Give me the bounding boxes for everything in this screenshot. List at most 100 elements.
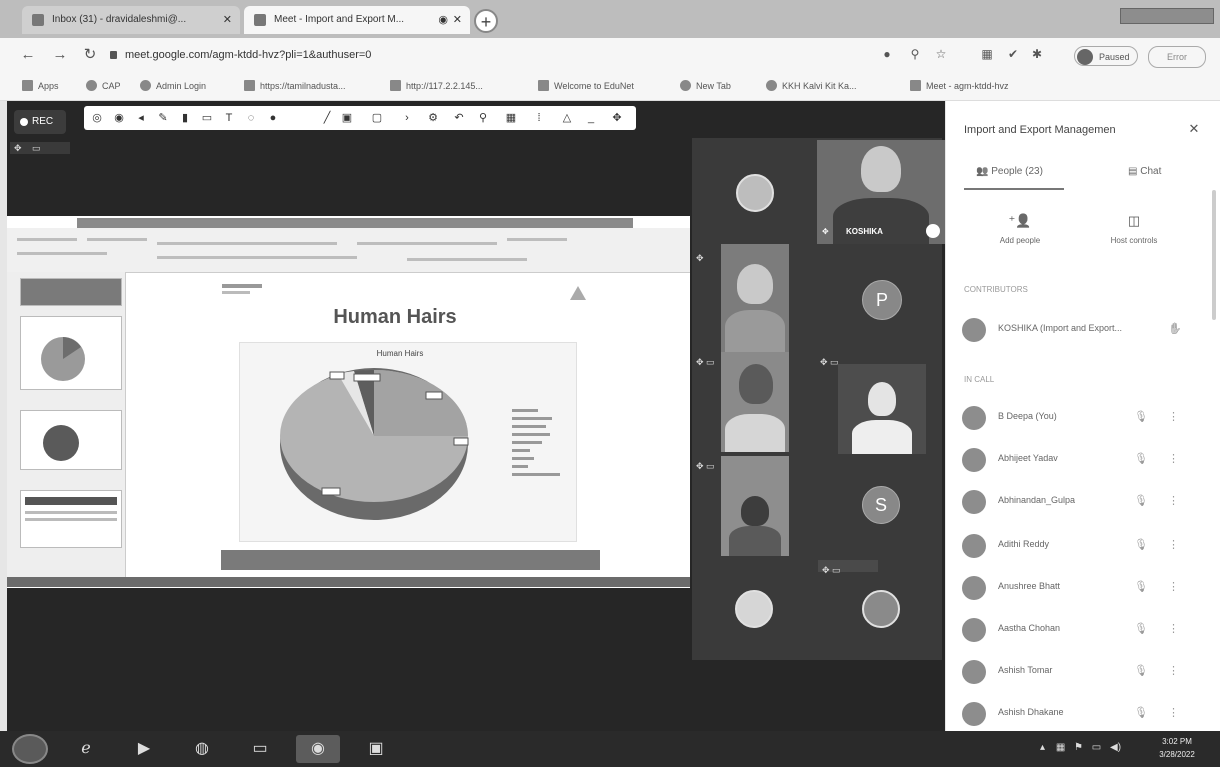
pen-icon[interactable]: ✎ <box>156 110 170 126</box>
menu-button[interactable]: Error <box>1148 46 1206 68</box>
profile-button[interactable]: Paused <box>1074 46 1138 66</box>
audio-icon[interactable]: ◉ <box>438 6 448 34</box>
pin-icon[interactable]: ✥ <box>822 226 829 238</box>
more-icon[interactable]: ⋮ <box>1168 538 1179 551</box>
list-item[interactable]: KOSHIKA (Import and Export... ✋ <box>962 316 1190 344</box>
mic-off-icon[interactable]: 🎙 <box>1134 538 1148 551</box>
tab-meet[interactable]: Meet - Import and Export M... ◉ ✕ <box>244 6 470 34</box>
bookmark-admin-login[interactable]: Admin Login <box>140 78 206 94</box>
more-icon[interactable]: ⋮ <box>1168 494 1179 507</box>
participant-video-tile[interactable] <box>721 244 789 352</box>
participant-avatar[interactable] <box>862 590 900 628</box>
bookmark-meet[interactable]: Meet - agm-ktdd-hvz <box>910 78 1009 94</box>
text-icon[interactable]: T <box>222 110 236 126</box>
bookmark-ip[interactable]: http://117.2.2.145... <box>390 78 483 94</box>
add-people-button[interactable]: ⁺👤 Add people <box>980 212 1060 256</box>
tile-pin[interactable]: ✥ ▭ <box>820 352 860 367</box>
mic-off-icon[interactable]: 🎙 <box>1134 452 1148 465</box>
flag-icon[interactable]: ⚑ <box>1074 742 1083 753</box>
tab-people[interactable]: 👥 People (23) <box>976 162 1043 182</box>
firefox-icon[interactable]: ◍ <box>180 735 224 763</box>
folder-icon[interactable]: ▭ <box>238 735 282 763</box>
pin-icon[interactable]: ✥ <box>14 142 22 154</box>
mic-off-icon[interactable]: 🎙 <box>1134 622 1148 635</box>
warning-icon[interactable]: △ <box>560 110 574 126</box>
more-icon[interactable]: ⋮ <box>1168 622 1179 635</box>
rectangle-icon[interactable]: ▣ <box>340 110 354 126</box>
start-button[interactable] <box>12 734 48 764</box>
shape-icon[interactable]: ◌ <box>244 110 258 126</box>
slide-thumbnail[interactable] <box>20 490 122 548</box>
fill-icon[interactable]: ● <box>266 110 280 126</box>
back-icon[interactable]: ← <box>18 45 38 65</box>
checkmark-icon[interactable]: ✔ <box>1006 47 1020 61</box>
system-tray[interactable]: ▴ ▦ ⚑ ▭ ◀) <box>1040 740 1140 756</box>
address-bar[interactable]: meet.google.com/agm-ktdd-hvz?pli=1&authu… <box>110 44 950 66</box>
more-icon[interactable]: ⋮ <box>1168 452 1179 465</box>
participant-avatar-s[interactable]: S <box>862 486 900 524</box>
tile-pin[interactable]: ✥ <box>696 248 720 263</box>
marker-icon[interactable]: ▮ <box>178 110 192 126</box>
mic-off-icon[interactable]: 🎙 <box>1134 664 1148 677</box>
powerpoint-icon[interactable]: ▣ <box>354 735 398 763</box>
forward-icon[interactable]: → <box>50 45 70 65</box>
participant-avatar[interactable] <box>736 174 774 212</box>
list-item[interactable]: Adithi Reddy 🎙 ⋮ <box>962 532 1190 560</box>
frame-icon[interactable]: ▢ <box>370 110 384 126</box>
mic-off-icon[interactable]: 🎙 <box>1134 580 1148 593</box>
chrome-icon[interactable]: ◉ <box>296 735 340 763</box>
participant-avatar[interactable] <box>735 590 773 628</box>
cursor-icon[interactable]: ◎ <box>90 110 104 126</box>
list-item[interactable]: B Deepa (You) 🎙 ⋮ <box>962 404 1190 432</box>
star-icon[interactable]: ☆ <box>934 47 948 61</box>
mic-off-icon[interactable]: 🎙 <box>1134 494 1148 507</box>
more-icon[interactable]: ⋮ <box>1168 664 1179 677</box>
new-tab-button[interactable]: + <box>474 9 498 33</box>
close-icon[interactable]: ✕ <box>453 6 462 34</box>
window-icon[interactable]: ▭ <box>32 142 41 154</box>
bookmark-edunet[interactable]: Welcome to EduNet <box>538 78 634 94</box>
clock[interactable]: 3:02 PM 3/28/2022 <box>1146 735 1208 765</box>
panel-scrollbar[interactable] <box>1212 190 1216 320</box>
participant-video-tile[interactable] <box>721 456 789 556</box>
close-icon[interactable]: ✕ <box>223 6 232 34</box>
bookmark-kalvi[interactable]: KKH Kalvi Kit Ka... <box>766 78 857 94</box>
slide-thumbnail-active[interactable] <box>20 316 122 390</box>
monitor-icon[interactable]: ▭ <box>1092 742 1101 753</box>
bookmark-tamilnadu[interactable]: https://tamilnadusta... <box>244 78 346 94</box>
tab-chat[interactable]: ▤ Chat <box>1128 162 1161 182</box>
slide-thumbnail[interactable] <box>20 410 122 470</box>
participant-video-tile[interactable] <box>838 364 926 454</box>
tile-pin[interactable]: ✥ ▭ <box>818 560 878 575</box>
mic-off-icon[interactable]: 🎙 <box>1134 410 1148 423</box>
search-icon[interactable]: ⚲ <box>908 47 922 61</box>
grid-icon[interactable]: ▦ <box>504 110 518 126</box>
chevron-up-icon[interactable]: ▴ <box>1040 742 1045 753</box>
bookmark-new-tab[interactable]: New Tab <box>680 78 731 94</box>
network-icon[interactable]: ▦ <box>1056 742 1065 753</box>
bookmark-apps[interactable]: Apps <box>22 78 59 94</box>
list-item[interactable]: Ashish Tomar 🎙 ⋮ <box>962 658 1190 686</box>
window-controls[interactable] <box>1120 8 1214 24</box>
list-item[interactable]: Abhinandan_Gulpa 🎙 ⋮ <box>962 488 1190 516</box>
list-item[interactable]: Aastha Chohan 🎙 ⋮ <box>962 616 1190 644</box>
mic-off-icon[interactable]: 🎙 <box>1134 706 1148 719</box>
settings-icon[interactable]: ⚙ <box>426 110 440 126</box>
tab-inbox[interactable]: Inbox (31) - dravidaleshmi@... ✕ <box>22 6 240 34</box>
line-icon[interactable]: ╱ <box>320 110 334 126</box>
chevron-right-icon[interactable]: › <box>400 110 414 126</box>
slide-thumbnail[interactable] <box>20 278 122 306</box>
list-item[interactable]: Anushree Bhatt 🎙 ⋮ <box>962 574 1190 602</box>
bookmark-cap[interactable]: CAP <box>86 78 121 94</box>
host-controls-button[interactable]: ◫ Host controls <box>1094 212 1174 256</box>
extension-grid-icon[interactable]: ▦ <box>980 47 994 61</box>
eye-icon[interactable]: ◉ <box>112 110 126 126</box>
list-item[interactable]: Abhijeet Yadav 🎙 ⋮ <box>962 446 1190 474</box>
volume-icon[interactable]: ◀) <box>1110 742 1121 753</box>
participant-video-tile[interactable] <box>721 352 789 452</box>
reload-icon[interactable]: ↻ <box>80 45 100 65</box>
more-icon[interactable]: ⋮ <box>1168 706 1179 719</box>
puzzle-icon[interactable]: ✱ <box>1030 47 1044 61</box>
camera-icon[interactable]: ● <box>880 47 894 61</box>
arrow-icon[interactable]: ◂ <box>134 110 148 126</box>
